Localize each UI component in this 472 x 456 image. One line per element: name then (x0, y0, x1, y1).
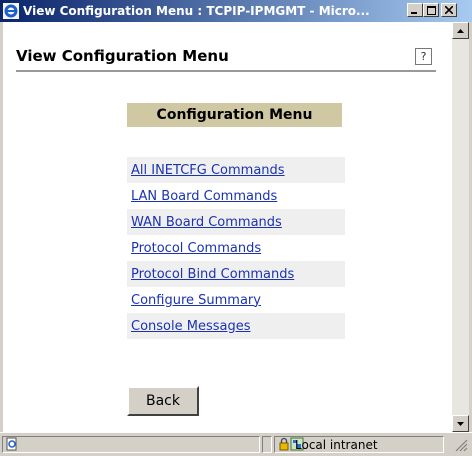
menu-item-configure-summary: Configure Summary (127, 287, 345, 313)
scroll-up-button[interactable] (452, 22, 469, 39)
close-button[interactable] (441, 3, 457, 17)
status-panel-progress (262, 436, 272, 453)
scroll-down-button[interactable] (452, 415, 469, 432)
wan-board-commands-link[interactable]: WAN Board Commands (131, 215, 282, 230)
console-messages-link[interactable]: Console Messages (131, 319, 251, 334)
minimize-button[interactable] (407, 3, 423, 17)
protocol-bind-commands-link[interactable]: Protocol Bind Commands (131, 267, 294, 282)
protocol-commands-link[interactable]: Protocol Commands (131, 241, 261, 256)
arrow-down-icon (457, 421, 464, 426)
vertical-scrollbar[interactable] (452, 22, 469, 432)
menu-item-all-inetcfg: All INETCFG Commands (127, 157, 345, 183)
menu-item-console-messages: Console Messages (127, 313, 345, 339)
page-title: View Configuration Menu (16, 47, 229, 65)
close-icon (445, 6, 453, 14)
configuration-menu-header: Configuration Menu (127, 103, 342, 127)
minimize-icon (411, 12, 417, 14)
lan-board-commands-link[interactable]: LAN Board Commands (131, 189, 277, 204)
resize-grip-icon[interactable] (455, 439, 468, 452)
page-icon (6, 437, 17, 451)
menu-item-protocol-bind: Protocol Bind Commands (127, 261, 345, 287)
help-icon[interactable]: ? (415, 48, 432, 65)
status-text-panel (2, 436, 260, 453)
lock-icon (279, 437, 289, 451)
status-bar: Local intranet (0, 432, 472, 456)
maximize-button[interactable] (423, 3, 439, 17)
menu-item-lan-board: LAN Board Commands (127, 183, 345, 209)
maximize-icon (426, 5, 436, 15)
configuration-menu-list: All INETCFG Commands LAN Board Commands … (127, 157, 345, 339)
title-bar[interactable]: View Configuration Menu : TCPIP-IPMGMT -… (0, 0, 472, 22)
ie-logo-icon (3, 3, 19, 19)
back-button[interactable]: Back (127, 386, 199, 416)
menu-item-protocol: Protocol Commands (127, 235, 345, 261)
browser-window: View Configuration Menu : TCPIP-IPMGMT -… (0, 0, 472, 456)
configure-summary-link[interactable]: Configure Summary (131, 293, 261, 308)
title-divider (16, 70, 436, 72)
security-zone-label: Local intranet (295, 438, 378, 452)
arrow-up-icon (457, 28, 464, 33)
window-title: View Configuration Menu : TCPIP-IPMGMT -… (23, 4, 370, 18)
page-content: View Configuration Menu ? Configuration … (3, 22, 452, 432)
menu-item-wan-board: WAN Board Commands (127, 209, 345, 235)
all-inetcfg-commands-link[interactable]: All INETCFG Commands (131, 163, 285, 178)
